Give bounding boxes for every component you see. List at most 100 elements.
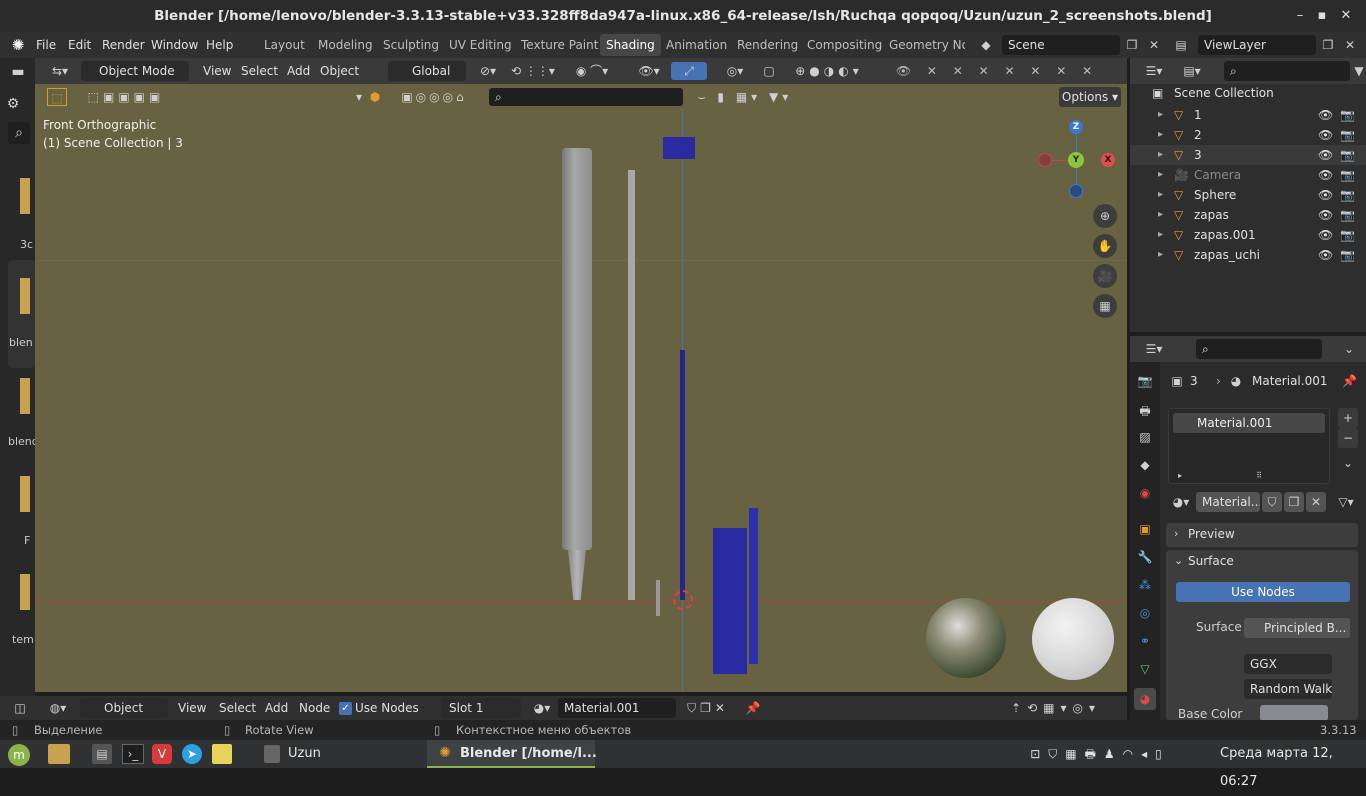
menu-render[interactable]: Render bbox=[102, 32, 145, 58]
material-browse-icon[interactable]: ◕▾ bbox=[1168, 492, 1194, 512]
refill-object[interactable] bbox=[628, 170, 635, 600]
outliner-item[interactable]: ▸ ▽ 1 👁 📷 bbox=[1130, 105, 1366, 125]
options-button[interactable]: Options ▾ bbox=[1059, 87, 1121, 107]
node-menu-view[interactable]: View bbox=[178, 698, 206, 718]
visibility-icon[interactable]: 👁▾ bbox=[635, 62, 663, 80]
eye-icon[interactable]: 👁 bbox=[1318, 125, 1333, 145]
render-camera-icon[interactable]: 📷 bbox=[1340, 205, 1355, 225]
outliner-item[interactable]: ▸ ▽ zapas_uchi 👁 📷 bbox=[1130, 245, 1366, 265]
menu-window[interactable]: Window bbox=[151, 32, 198, 58]
material-browse-icon[interactable]: ◕▾ bbox=[528, 699, 556, 717]
blender-logo-icon[interactable]: ✺ bbox=[8, 36, 28, 54]
pen-body-object[interactable] bbox=[562, 148, 592, 550]
selection-mode-icons[interactable]: ⬚▣▣▣▣ bbox=[81, 88, 171, 106]
constraints-icon[interactable]: ⚭ bbox=[1136, 634, 1154, 652]
pan-hand-icon[interactable]: ✋ bbox=[1093, 234, 1117, 258]
zoom-icon[interactable]: ⊕ bbox=[1093, 204, 1117, 228]
particles-icon[interactable]: ⁂ bbox=[1136, 578, 1154, 596]
blue-refill-object[interactable] bbox=[680, 350, 685, 600]
expand-icon[interactable]: ▸ bbox=[1175, 471, 1185, 481]
resize-handle-icon[interactable]: ⠿ bbox=[1251, 471, 1267, 481]
minimize-button[interactable]: – bbox=[1292, 8, 1308, 24]
node-menu-add[interactable]: Add bbox=[265, 698, 288, 718]
add-slot-icon[interactable]: + bbox=[1338, 408, 1358, 428]
shader-type-select[interactable]: Object bbox=[80, 698, 168, 718]
node-editor-tool-icons[interactable]: ⇡⟲▦▾◎▾ bbox=[996, 699, 1116, 717]
gizmo-z-button[interactable]: Z bbox=[1069, 120, 1083, 134]
files-app-icon[interactable] bbox=[48, 744, 70, 764]
chevron-down-icon[interactable]: ⌄ bbox=[1342, 340, 1356, 358]
close-button[interactable]: ✕ bbox=[1338, 8, 1354, 24]
gizmo-toggle-icon[interactable]: ⤢ bbox=[671, 62, 707, 80]
system-tray-icons[interactable]: ⊡⛉▦🖶♟◠◂▯ bbox=[1000, 745, 1200, 763]
pivot-icon[interactable]: ⊘▾ bbox=[475, 62, 501, 80]
text-editor-app-icon[interactable]: ▤ bbox=[92, 744, 112, 764]
maximize-button[interactable]: ▪ bbox=[1314, 8, 1330, 24]
file-thumbnail[interactable] bbox=[20, 476, 30, 512]
world-icon[interactable]: ◉ bbox=[1136, 486, 1154, 504]
blue-cap-clip-object[interactable] bbox=[749, 508, 758, 664]
blue-cap-object[interactable] bbox=[713, 528, 747, 674]
node-menu-select[interactable]: Select bbox=[219, 698, 256, 718]
viewport-menu-view[interactable]: View bbox=[203, 61, 231, 81]
render-camera-icon[interactable]: 📷 bbox=[1340, 145, 1355, 165]
tab-rendering[interactable]: Rendering bbox=[731, 34, 804, 56]
node-material-field[interactable]: Material.001 bbox=[558, 698, 676, 718]
gizmo-y-button[interactable]: Y bbox=[1068, 152, 1084, 168]
mode-select[interactable]: Object Mode bbox=[81, 61, 189, 81]
material-action-icons[interactable]: ⛉❐✕ bbox=[678, 699, 738, 717]
start-menu-icon[interactable]: m bbox=[8, 744, 30, 766]
expand-arrow-icon[interactable]: ▸ bbox=[1158, 125, 1163, 145]
file-thumbnail[interactable] bbox=[20, 574, 30, 610]
small-part-object[interactable] bbox=[656, 580, 660, 616]
3d-viewport[interactable]: Front Orthographic (1) Scene Collection … bbox=[35, 110, 1127, 692]
menu-file[interactable]: File bbox=[36, 32, 56, 58]
material-name-field[interactable]: Material... bbox=[1196, 492, 1260, 512]
menu-edit[interactable]: Edit bbox=[68, 32, 91, 58]
menu-help[interactable]: Help bbox=[206, 32, 233, 58]
taskbar-clock[interactable]: Среда марта 12, 06:27 bbox=[1220, 740, 1366, 789]
pin-icon[interactable]: 📌 bbox=[1342, 374, 1357, 390]
color-icon[interactable]: ⬢ bbox=[367, 88, 383, 106]
file-item-selected[interactable] bbox=[8, 260, 35, 368]
search-icon[interactable]: ⌕ bbox=[8, 122, 30, 144]
render-camera-icon[interactable]: 📷 bbox=[1340, 185, 1355, 205]
scene-icon[interactable]: ◆ bbox=[975, 36, 997, 54]
use-nodes-button[interactable]: Use Nodes bbox=[1176, 582, 1350, 602]
pin-icon[interactable]: 📌 bbox=[744, 699, 762, 717]
new-scene-icon[interactable]: ❐ bbox=[1124, 36, 1140, 54]
render-camera-icon[interactable]: 📷 bbox=[1340, 125, 1355, 145]
editor-type-icon[interactable]: ⇆▾ bbox=[47, 62, 73, 80]
blue-cap-top-object[interactable] bbox=[663, 137, 695, 159]
tab-geometry-nodes[interactable]: Geometry Noc bbox=[883, 34, 965, 56]
duplicate-icon[interactable]: ❐ bbox=[1284, 492, 1304, 512]
scene-properties-icon[interactable]: ◆ bbox=[1136, 458, 1154, 476]
viewport-menu-select[interactable]: Select bbox=[241, 61, 278, 81]
tab-uv-editing[interactable]: UV Editing bbox=[443, 34, 518, 56]
outliner-item[interactable]: ▸ ▽ Sphere 👁 📷 bbox=[1130, 185, 1366, 205]
tab-texture-paint[interactable]: Texture Paint bbox=[515, 34, 604, 56]
viewlayer-icon[interactable]: ▤ bbox=[1172, 36, 1190, 54]
gizmo-neg-x-button[interactable] bbox=[1038, 153, 1052, 167]
editor-type-icon[interactable]: ☰▾ bbox=[1142, 62, 1166, 80]
base-color-swatch[interactable] bbox=[1260, 705, 1328, 721]
slot-select[interactable]: Slot 1 bbox=[441, 698, 521, 718]
taskbar-window-uzun[interactable]: Uzun bbox=[288, 740, 321, 768]
render-camera-icon[interactable]: 📷 bbox=[1340, 225, 1355, 245]
filter-icon[interactable]: ▼ bbox=[1352, 62, 1366, 80]
tab-animation[interactable]: Animation bbox=[660, 34, 733, 56]
output-properties-icon[interactable]: 🖶 bbox=[1136, 402, 1154, 420]
xray-icon[interactable]: ▢ bbox=[761, 62, 777, 80]
outliner-root[interactable]: Scene Collection bbox=[1174, 86, 1274, 100]
file-thumbnail[interactable] bbox=[20, 278, 30, 314]
eye-icon[interactable]: 👁 bbox=[1318, 205, 1333, 225]
viewport-menu-object[interactable]: Object bbox=[320, 61, 359, 81]
settings-icon[interactable]: ⚙ bbox=[4, 96, 22, 114]
remove-slot-icon[interactable]: − bbox=[1338, 428, 1358, 448]
surface-shader-field[interactable]: Principled B... bbox=[1244, 618, 1350, 638]
node-menu-node[interactable]: Node bbox=[299, 698, 330, 718]
physics-icon[interactable]: ◎ bbox=[1136, 606, 1154, 624]
chevron-down-icon[interactable]: ⌄ bbox=[1174, 554, 1183, 567]
editor-type-icon[interactable]: ☰▾ bbox=[1142, 340, 1166, 358]
display-mode-icon[interactable]: ▤▾ bbox=[1178, 62, 1206, 80]
